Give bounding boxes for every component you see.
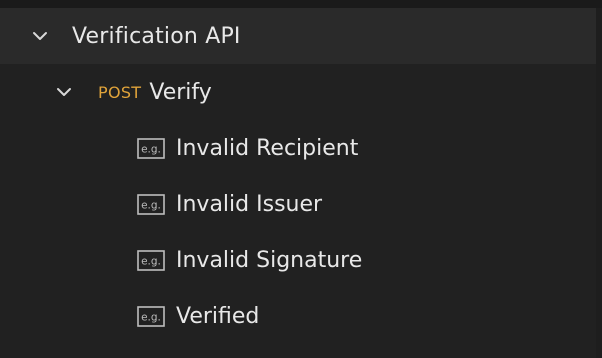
example-row[interactable]: e.g. Verified (0, 288, 596, 344)
request-row-verify[interactable]: POST Verify (0, 64, 596, 120)
collection-name: Verification API (72, 23, 241, 49)
example-row[interactable]: e.g. Invalid Issuer (0, 176, 596, 232)
sidebar-collection-tree: Verification API POST Verify e.g. Invali… (0, 0, 602, 358)
svg-text:e.g.: e.g. (141, 311, 161, 323)
example-name: Invalid Issuer (176, 191, 323, 217)
example-name: Invalid Recipient (176, 135, 359, 161)
example-row[interactable]: e.g. Invalid Recipient (0, 120, 596, 176)
example-name: Verified (176, 303, 260, 329)
example-row[interactable]: e.g. Invalid Signature (0, 232, 596, 288)
svg-text:e.g.: e.g. (141, 199, 161, 211)
request-name: Verify (149, 79, 212, 105)
svg-text:e.g.: e.g. (141, 255, 161, 267)
example-icon: e.g. (137, 137, 165, 159)
example-icon: e.g. (137, 249, 165, 271)
chevron-down-icon[interactable] (31, 27, 49, 45)
example-icon: e.g. (137, 305, 165, 327)
collection-row-verification-api[interactable]: Verification API (0, 8, 596, 64)
svg-text:e.g.: e.g. (141, 143, 161, 155)
scroll-track[interactable] (596, 8, 602, 358)
top-divider (0, 0, 602, 8)
http-method-badge: POST (98, 82, 142, 102)
example-icon: e.g. (137, 193, 165, 215)
chevron-down-icon[interactable] (55, 83, 73, 101)
example-name: Invalid Signature (176, 247, 363, 273)
